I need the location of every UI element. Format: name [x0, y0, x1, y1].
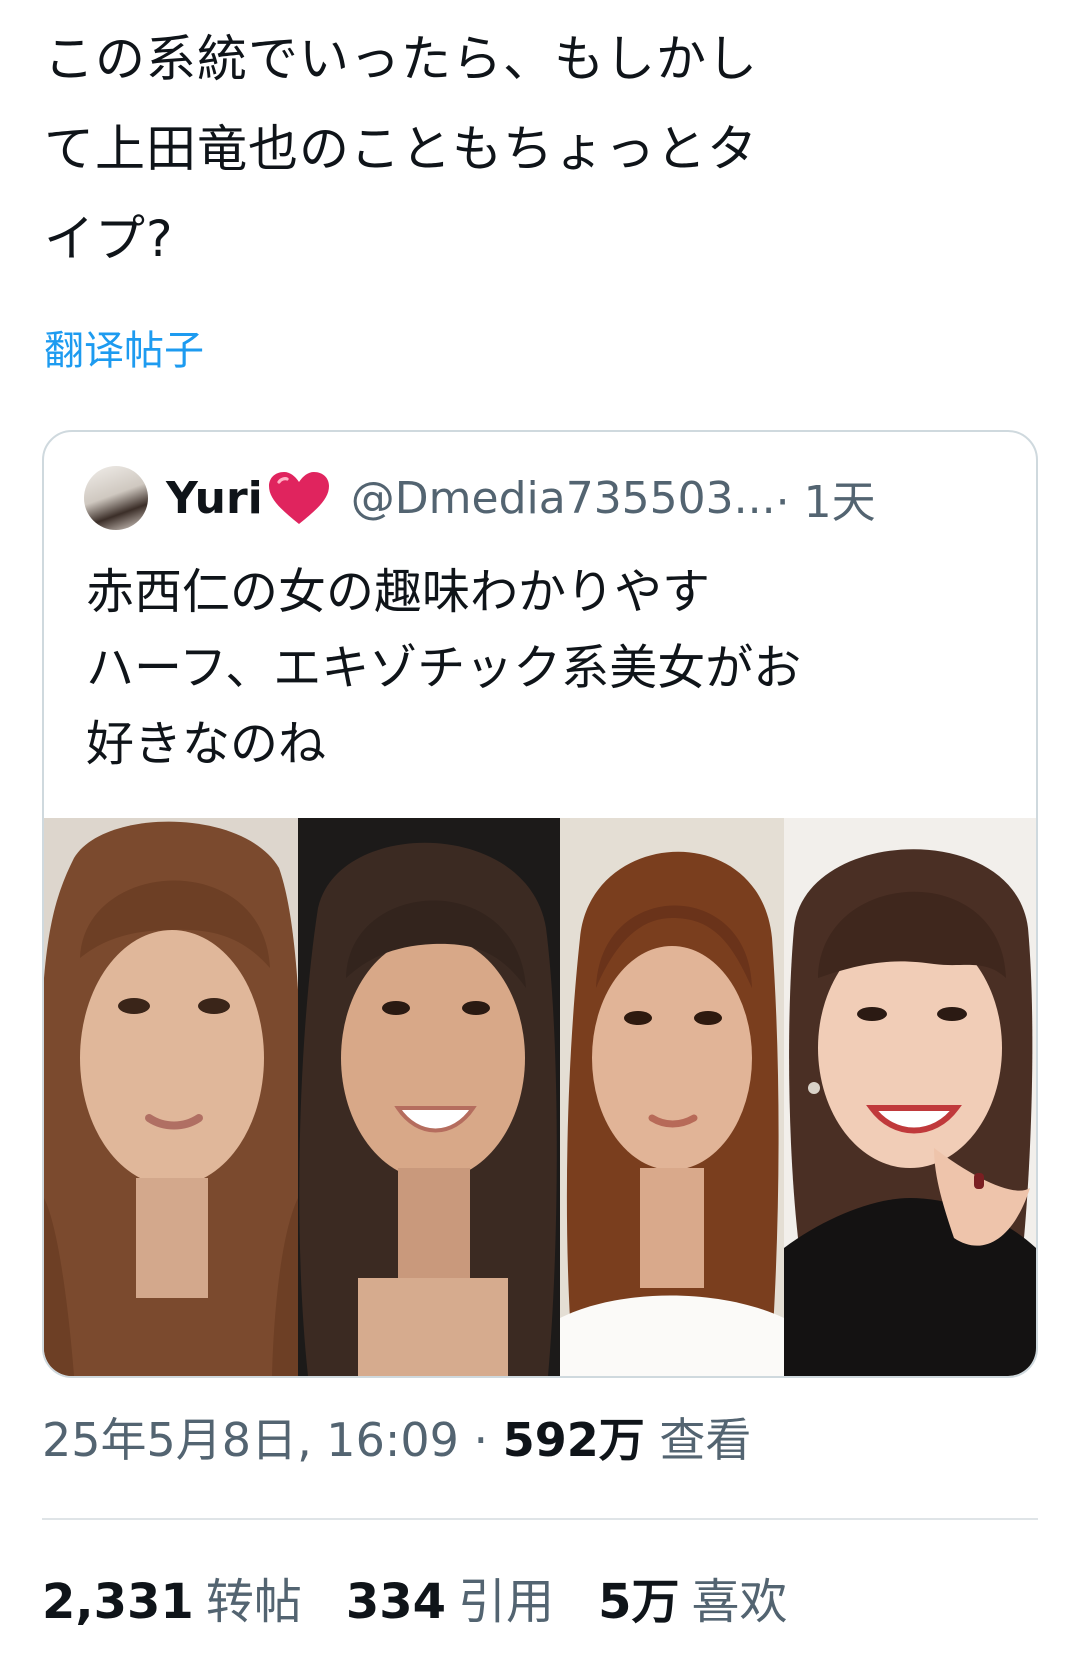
tweet-text: この系統でいったら、もしかし て上田竜也のこともちょっとタ イプ?	[44, 30, 758, 268]
quoted-author-name[interactable]: Yuri	[166, 473, 263, 524]
photo-2[interactable]	[298, 818, 560, 1376]
post-timestamp: 25年5月8日, 16:09 · 592万 查看	[42, 1404, 751, 1470]
views-count: 592万	[502, 1413, 645, 1467]
translate-post-link[interactable]: 翻译帖子	[44, 318, 204, 376]
likes-stat[interactable]: 5万 喜欢	[598, 1562, 787, 1632]
quoted-tweet-media[interactable]	[44, 818, 1036, 1376]
engagement-stats: 2,331 转帖 334 引用 5万 喜欢	[42, 1562, 831, 1632]
divider	[42, 1518, 1038, 1520]
post-date[interactable]: 25年5月8日, 16:09 ·	[42, 1413, 503, 1467]
quoted-tweet-text: 赤西仁の女の趣味わかりやす ハーフ、エキゾチック系美女がお 好きなのね	[86, 564, 802, 772]
views-label: 查看	[644, 1413, 752, 1467]
retweets-label: 转帖	[205, 1574, 302, 1630]
quoted-author-handle[interactable]: @Dmedia735503...	[351, 473, 776, 524]
quoted-tweet-header: Yuri @Dmedia735503... · 1天	[84, 462, 876, 534]
heart-emoji-icon	[268, 472, 329, 524]
quotes-label: 引用	[458, 1574, 555, 1630]
quoted-tweet-time: · 1天	[775, 477, 876, 528]
likes-label: 喜欢	[691, 1574, 788, 1630]
likes-count: 5万	[598, 1574, 680, 1630]
avatar[interactable]	[84, 466, 148, 530]
photo-1[interactable]	[44, 818, 298, 1376]
retweets-stat[interactable]: 2,331 转帖	[42, 1562, 302, 1632]
retweets-count: 2,331	[42, 1574, 194, 1630]
quotes-count: 334	[345, 1574, 447, 1630]
photo-4[interactable]	[784, 818, 1036, 1376]
quoted-tweet-card[interactable]: Yuri @Dmedia735503... · 1天 赤西仁の女の趣味わかりやす…	[42, 430, 1038, 1378]
quotes-stat[interactable]: 334 引用	[346, 1562, 554, 1632]
photo-3[interactable]	[560, 818, 784, 1376]
